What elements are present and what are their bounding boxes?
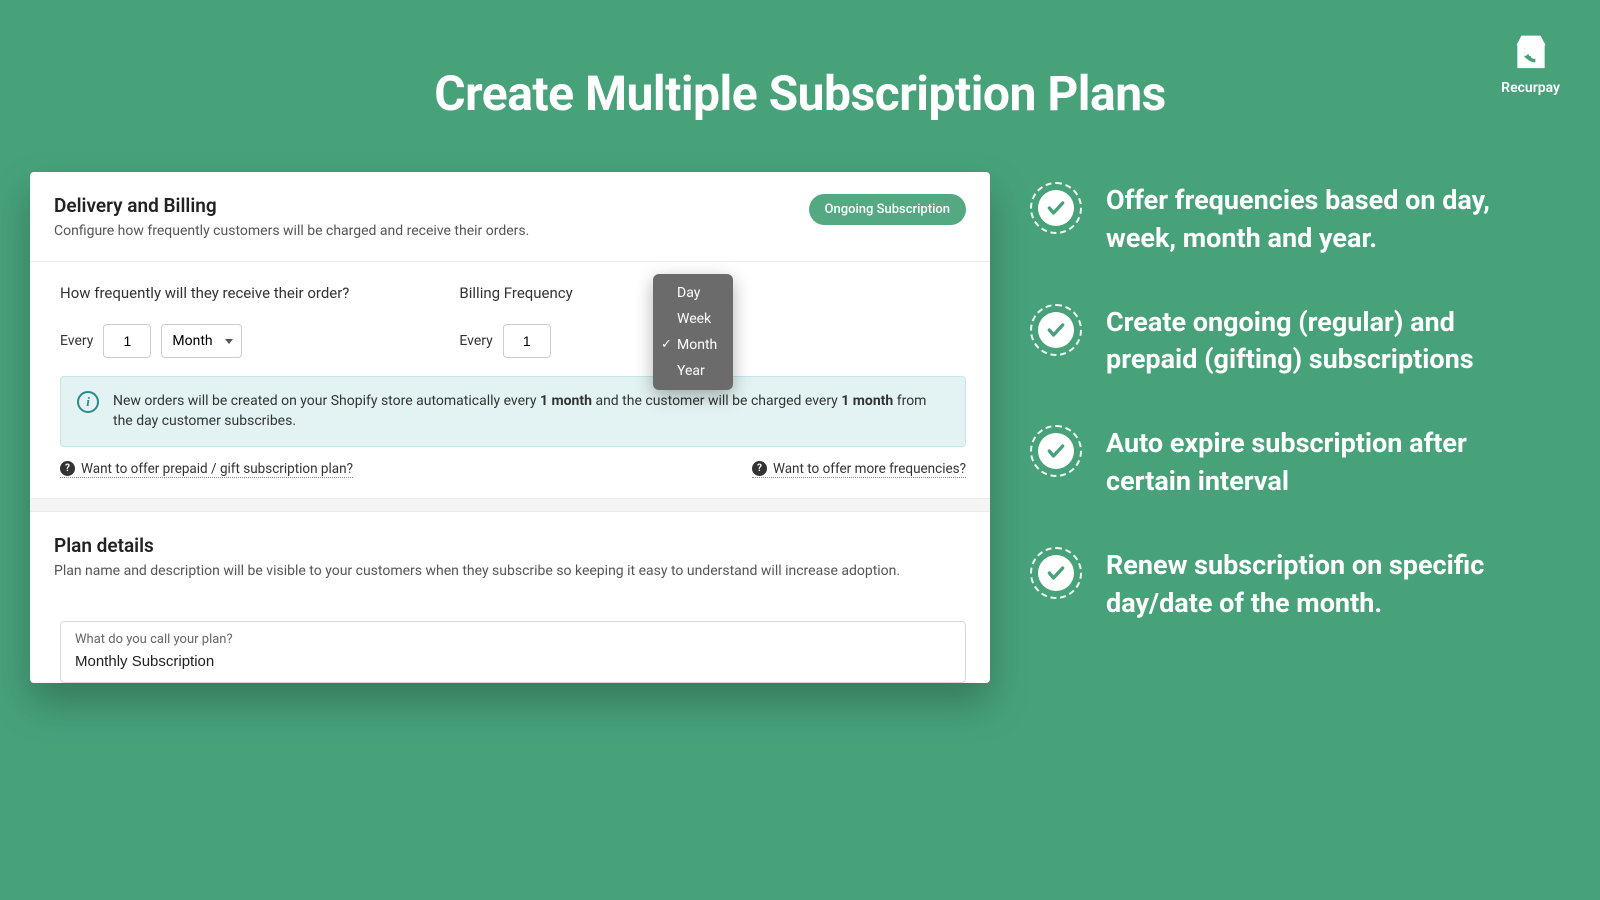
feature-item: Create ongoing (regular) and prepaid (gi… — [1030, 304, 1570, 380]
every-label-billing: Every — [459, 333, 492, 349]
feature-item: Renew subscription on specific day/date … — [1030, 547, 1570, 623]
more-frequencies-hint-link[interactable]: ? Want to offer more frequencies? — [752, 461, 966, 478]
more-frequencies-hint-text: Want to offer more frequencies? — [773, 461, 966, 477]
feature-text: Renew subscription on specific day/date … — [1106, 547, 1506, 623]
check-badge-icon — [1030, 304, 1082, 356]
question-icon: ? — [752, 461, 767, 476]
dropdown-option-month[interactable]: Month — [653, 332, 733, 358]
plan-name-label: What do you call your plan? — [75, 632, 951, 647]
info-icon: i — [77, 391, 99, 413]
feature-text: Offer frequencies based on day, week, mo… — [1106, 182, 1506, 258]
question-icon: ? — [60, 461, 75, 476]
delivery-billing-subtext: Configure how frequently customers will … — [54, 223, 966, 239]
page-title: Create Multiple Subscription Plans — [0, 0, 1600, 122]
feature-text: Create ongoing (regular) and prepaid (gi… — [1106, 304, 1506, 380]
order-frequency-label: How frequently will they receive their o… — [60, 284, 349, 302]
prepaid-hint-text: Want to offer prepaid / gift subscriptio… — [81, 461, 353, 477]
dropdown-option-week[interactable]: Week — [653, 306, 733, 332]
subscription-type-pill[interactable]: Ongoing Subscription — [809, 194, 966, 225]
order-unit-select[interactable]: Month — [161, 324, 241, 358]
delivery-billing-header: Delivery and Billing Configure how frequ… — [30, 172, 990, 262]
brand-name: Recurpay — [1501, 80, 1560, 96]
info-banner: i New orders will be created on your Sho… — [60, 376, 966, 447]
plan-details-heading: Plan details — [54, 534, 966, 557]
plan-details-header: Plan details Plan name and description w… — [30, 512, 990, 601]
dropdown-option-year[interactable]: Year — [653, 358, 733, 384]
feature-text: Auto expire subscription after certain i… — [1106, 425, 1506, 501]
billing-unit-dropdown[interactable]: Day Week Month Year — [653, 274, 733, 390]
order-unit-value: Month — [172, 333, 212, 349]
feature-list: Offer frequencies based on day, week, mo… — [1030, 172, 1570, 711]
plan-details-subtext: Plan name and description will be visibl… — [54, 563, 966, 579]
prepaid-hint-link[interactable]: ? Want to offer prepaid / gift subscript… — [60, 461, 353, 478]
info-text: New orders will be created on your Shopi… — [113, 391, 949, 432]
every-label: Every — [60, 333, 93, 349]
check-badge-icon — [1030, 547, 1082, 599]
shopping-bag-icon — [1501, 30, 1560, 76]
billing-frequency-input[interactable] — [503, 324, 551, 358]
frequency-row: How frequently will they receive their o… — [30, 262, 990, 376]
dropdown-option-day[interactable]: Day — [653, 280, 733, 306]
order-frequency-input[interactable] — [103, 324, 151, 358]
plan-name-field[interactable]: What do you call your plan? — [60, 621, 966, 683]
brand-logo: Recurpay — [1501, 30, 1560, 96]
section-divider — [30, 498, 990, 512]
check-badge-icon — [1030, 182, 1082, 234]
check-badge-icon — [1030, 425, 1082, 477]
plan-name-input[interactable] — [75, 653, 951, 670]
subscription-settings-card: Delivery and Billing Configure how frequ… — [30, 172, 990, 683]
feature-item: Offer frequencies based on day, week, mo… — [1030, 182, 1570, 258]
billing-frequency-label: Billing Frequency — [459, 284, 572, 302]
feature-item: Auto expire subscription after certain i… — [1030, 425, 1570, 501]
